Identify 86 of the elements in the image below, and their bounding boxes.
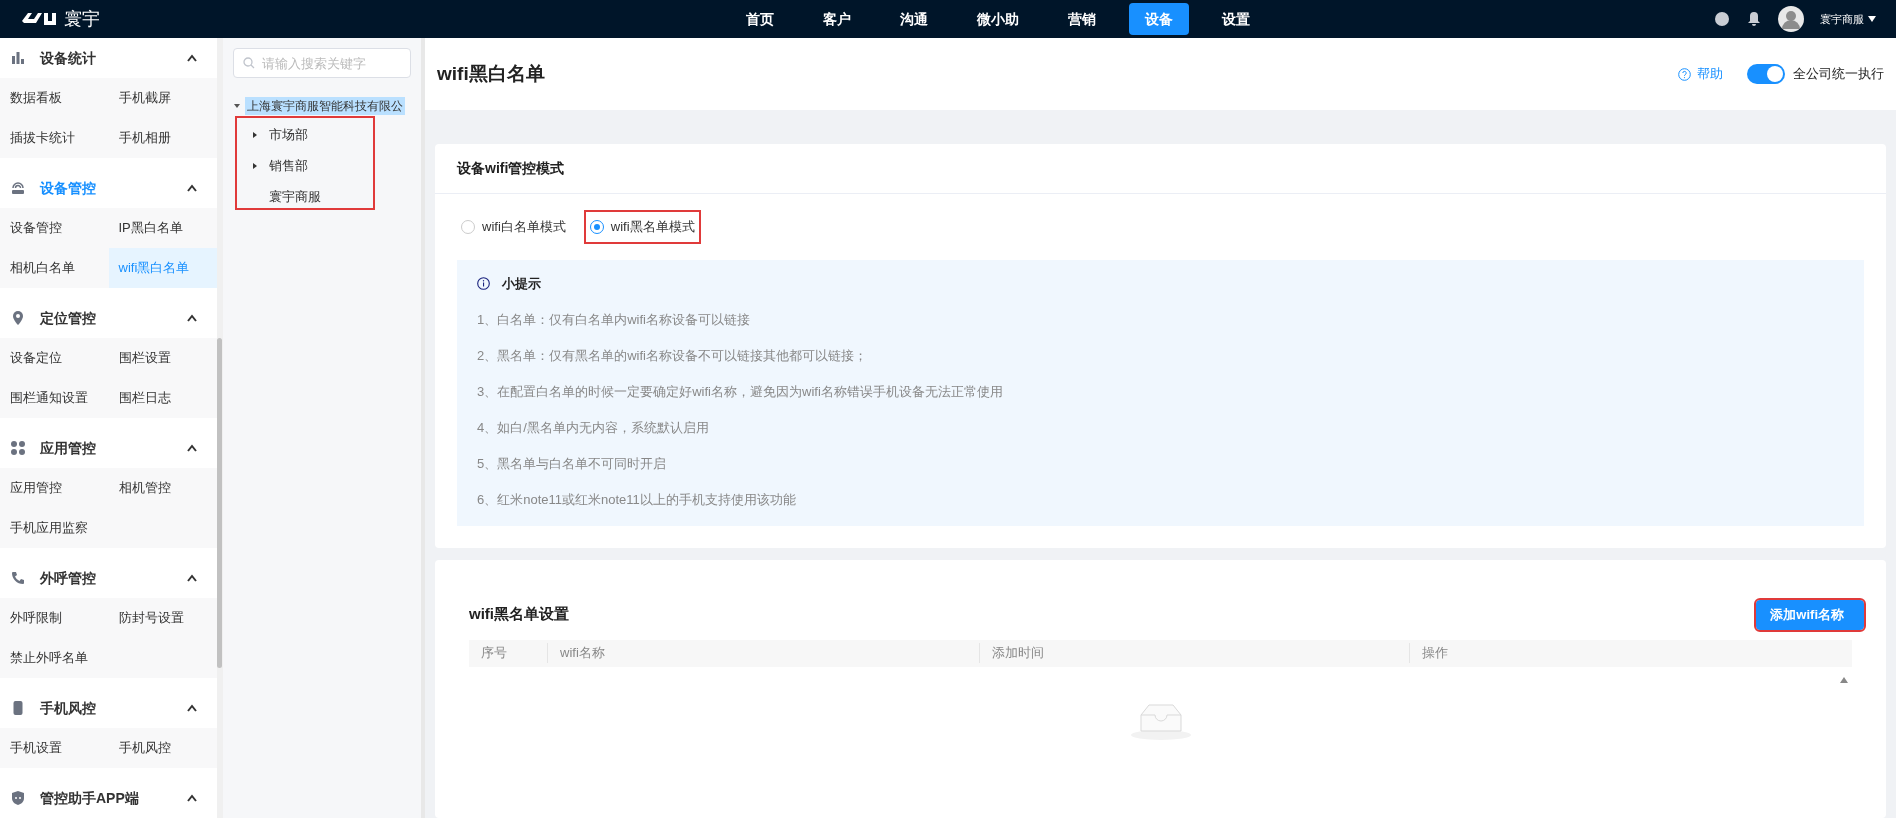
sidebar-section-header[interactable]: 设备统计	[0, 38, 217, 78]
info-icon	[477, 277, 490, 291]
shield-icon	[10, 790, 26, 806]
sidebar-item[interactable]: 手机风控	[108, 728, 217, 768]
nav-tab[interactable]: 设置	[1206, 3, 1266, 35]
help-icon	[1678, 67, 1691, 81]
sidebar-item[interactable]: 围栏通知设置	[0, 378, 109, 418]
bar-chart-icon	[10, 50, 26, 66]
column-header: 添加时间	[992, 645, 1044, 661]
nav-tab[interactable]: 沟通	[884, 3, 944, 35]
column-header: 操作	[1422, 645, 1448, 661]
sidebar-section-header[interactable]: 定位管控	[0, 298, 217, 338]
radio-option[interactable]: wifi白名单模式	[457, 210, 570, 244]
sidebar-item[interactable]: 相机白名单	[0, 248, 109, 288]
tree-node[interactable]: 销售部	[269, 155, 308, 176]
tip-line: 1、白名单：仅有白名单内wifi名称设备可以链接	[477, 310, 750, 329]
caret-down-icon[interactable]	[233, 102, 241, 110]
sidebar-item[interactable]: 设备定位	[0, 338, 109, 378]
apps-icon	[10, 440, 26, 456]
sidebar-item[interactable]: 手机截屏	[108, 78, 217, 118]
router-icon	[10, 180, 26, 196]
chevron-up-icon	[187, 54, 197, 62]
nav-tab[interactable]: 首页	[730, 3, 790, 35]
scrollbar-thumb[interactable]	[217, 338, 222, 668]
logo-text: 寰宇	[64, 7, 100, 31]
sidebar-item[interactable]: 插拔卡统计	[0, 118, 109, 158]
caret-right-icon[interactable]	[251, 161, 259, 170]
chevron-up-icon	[187, 444, 197, 452]
section-title: 管控助手APP端	[40, 788, 140, 808]
tree-node[interactable]: 市场部	[269, 124, 308, 145]
nav-tab[interactable]: 客户	[807, 3, 867, 35]
scroll-up-icon[interactable]	[1840, 676, 1848, 683]
tips-title: 小提示	[502, 275, 541, 293]
sidebar-item[interactable]: 手机设置	[0, 728, 109, 768]
sidebar-item[interactable]: 应用管控	[0, 468, 109, 508]
location-pin-icon	[10, 310, 26, 326]
column-header: wifi名称	[560, 645, 605, 661]
section-title: 定位管控	[40, 308, 97, 328]
chevron-up-icon	[187, 794, 197, 802]
tip-line: 6、红米note11或红米note11以上的手机支持使用该功能	[477, 490, 796, 509]
sidebar-item[interactable]: 相机管控	[108, 468, 217, 508]
tip-line: 3、在配置白名单的时候一定要确定好wifi名称，避免因为wifi名称错误手机设备无法正常使用	[477, 382, 1003, 401]
section-title: 应用管控	[40, 438, 97, 458]
nav-tab[interactable]: 营销	[1052, 3, 1112, 35]
sidebar-item[interactable]: 禁止外呼名单	[0, 638, 109, 678]
tip-line: 2、黑名单：仅有黑名单的wifi名称设备不可以链接其他都可以链接；	[477, 346, 867, 365]
sidebar-item[interactable]: 围栏日志	[108, 378, 217, 418]
section-title: 外呼管控	[40, 568, 97, 588]
sidebar-item[interactable]: 手机应用监察	[0, 508, 109, 548]
column-header: 序号	[481, 645, 507, 661]
tree-node[interactable]: 上海寰宇商服智能科技有限公	[245, 97, 405, 115]
card-title: 设备wifi管控模式	[457, 159, 565, 178]
page-title: wifi黑白名单	[437, 61, 546, 86]
section-title: 设备管控	[40, 178, 97, 198]
nav-tab[interactable]: 微小助	[961, 3, 1035, 35]
chevron-up-icon	[187, 704, 197, 712]
sidebar-item[interactable]: 防封号设置	[108, 598, 217, 638]
avatar-icon[interactable]	[1778, 6, 1804, 32]
section-title: 设备统计	[40, 48, 97, 68]
sidebar-item[interactable]: 手机相册	[108, 118, 217, 158]
bell-icon[interactable]	[1746, 11, 1762, 27]
phone-icon	[10, 570, 26, 586]
tree-node[interactable]: 寰宇商服	[269, 186, 321, 207]
section-title: 手机风控	[40, 698, 97, 718]
radio-option[interactable]: wifi黑名单模式	[583, 210, 701, 244]
sidebar-item[interactable]: 设备管控	[0, 208, 109, 248]
sidebar-item[interactable]: 外呼限制	[0, 598, 109, 638]
chevron-up-icon	[187, 184, 197, 192]
sidebar-item[interactable]: 数据看板	[0, 78, 109, 118]
sidebar-section-header[interactable]: 外呼管控	[0, 558, 217, 598]
tip-line: 4、如白/黑名单内无内容，系统默认启用	[477, 418, 709, 437]
sidebar-item[interactable]: IP黑白名单	[108, 208, 217, 248]
sidebar-section-header[interactable]: 手机风控	[0, 688, 217, 728]
sidebar-section-header[interactable]: 管控助手APP端	[0, 778, 217, 818]
toggle-label: 全公司统一执行	[1793, 65, 1884, 84]
sidebar-item[interactable]: 围栏设置	[108, 338, 217, 378]
chevron-up-icon	[187, 314, 197, 322]
toggle-switch[interactable]	[1747, 64, 1785, 84]
search-field[interactable]: 请输入搜索关键字	[233, 48, 411, 78]
caret-right-icon[interactable]	[251, 130, 259, 139]
chevron-up-icon	[187, 574, 197, 582]
user-menu[interactable]: 寰宇商服	[1820, 10, 1876, 28]
card-title: wifi黑名单设置	[469, 604, 569, 625]
tip-line: 5、黑名单与白名单不可同时开启	[477, 454, 667, 473]
caret-icon	[1868, 16, 1876, 22]
sidebar-section-header[interactable]: 应用管控	[0, 428, 217, 468]
